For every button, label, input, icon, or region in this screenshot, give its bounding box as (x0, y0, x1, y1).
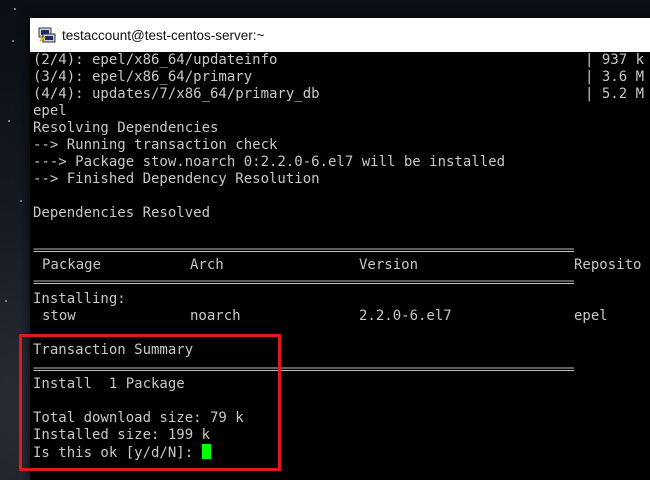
table-header-row: Package Arch Version Reposito (33, 257, 650, 274)
header-repository: Reposito (574, 257, 642, 273)
download-line: (2/4): epel/x86_64/updateinfo | 937 k (33, 52, 650, 69)
download-size: | 3.6 M (585, 69, 645, 85)
download-name: (4/4): updates/7/x86_64/primary_db (33, 86, 320, 102)
table-row: stow noarch 2.2.0-6.el7 epel (33, 308, 650, 325)
output-line: Resolving Dependencies (33, 120, 219, 136)
installed-size-line: Installed size: 199 k (33, 427, 211, 443)
header-package: Package (42, 257, 102, 273)
desktop-background: testaccount@test-centos-server:~ (2/4): … (0, 0, 650, 480)
output-line: --> Finished Dependency Resolution (33, 171, 320, 187)
download-size: | 5.2 M (585, 86, 645, 102)
window-title: testaccount@test-centos-server:~ (62, 27, 265, 43)
text-cursor[interactable] (201, 444, 211, 459)
installing-label: Installing: (33, 291, 126, 307)
transaction-summary-title: Transaction Summary (33, 342, 194, 358)
putty-terminal-icon[interactable] (38, 26, 56, 44)
download-name: (3/4): epel/x86_64/primary (33, 69, 253, 85)
header-version: Version (359, 257, 419, 273)
header-arch: Arch (190, 257, 224, 273)
terminal-output[interactable]: (2/4): epel/x86_64/updateinfo | 937 k (3… (33, 52, 650, 480)
output-line: epel (33, 103, 67, 119)
total-download-size-line: Total download size: 79 k (33, 410, 244, 426)
terminal-window[interactable]: testaccount@test-centos-server:~ (2/4): … (30, 18, 650, 480)
row-package: stow (42, 308, 76, 324)
download-name: (2/4): epel/x86_64/updateinfo (33, 52, 278, 68)
output-line: --> Running transaction check (33, 137, 278, 153)
row-repository: epel (574, 308, 608, 324)
row-version: 2.2.0-6.el7 (359, 308, 452, 324)
confirm-prompt-line[interactable]: Is this ok [y/d/N]: (33, 444, 211, 461)
install-count-line: Install 1 Package (33, 376, 185, 392)
prompt-text: Is this ok [y/d/N]: (33, 445, 202, 461)
download-line: (3/4): epel/x86_64/primary | 3.6 M (33, 69, 650, 86)
row-arch: noarch (190, 308, 241, 324)
download-size: | 937 k (585, 52, 645, 68)
separator-line: ========================================… (33, 275, 575, 289)
output-line: ---> Package stow.noarch 0:2.2.0-6.el7 w… (33, 154, 506, 170)
download-line: (4/4): updates/7/x86_64/primary_db | 5.2… (33, 86, 650, 103)
deps-resolved-line: Dependencies Resolved (33, 205, 211, 221)
title-bar[interactable]: testaccount@test-centos-server:~ (30, 18, 650, 52)
